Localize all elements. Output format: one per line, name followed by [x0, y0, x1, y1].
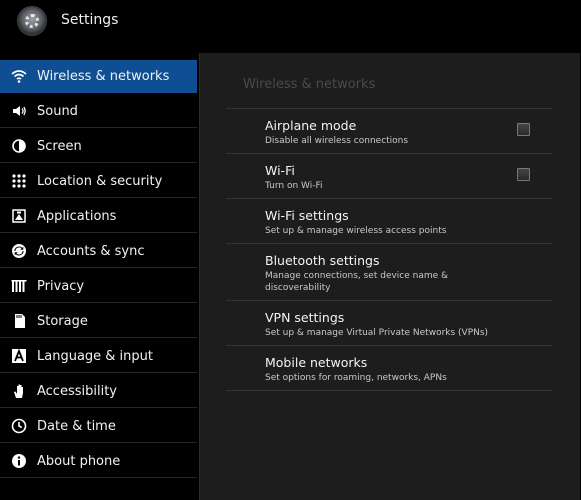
- pref-title: Bluetooth settings: [265, 253, 380, 268]
- pref-subtitle: Turn on Wi-Fi: [265, 181, 323, 191]
- pref-title: VPN settings: [265, 310, 345, 325]
- sidebar-item-accessibility[interactable]: Accessibility: [0, 375, 197, 408]
- location-grid-icon: [10, 172, 28, 190]
- privacy-icon: [10, 277, 28, 295]
- sidebar-item-label: Date & time: [37, 418, 116, 434]
- speaker-icon: [10, 102, 28, 120]
- pref-vpn-settings[interactable]: VPN settings Set up & manage Virtual Pri…: [226, 300, 552, 345]
- sidebar-item-label: Language & input: [37, 348, 153, 364]
- sidebar-item-accounts-sync[interactable]: Accounts & sync: [0, 235, 197, 268]
- sidebar-item-label: Sound: [37, 103, 78, 119]
- sidebar: Wireless & networks Sound Screen Locatio…: [0, 60, 197, 500]
- preference-list: Airplane mode Disable all wireless conne…: [226, 108, 552, 391]
- content-panel: Wireless & networks Airplane mode Disabl…: [199, 53, 580, 500]
- language-icon: [10, 347, 28, 365]
- sidebar-item-label: Accessibility: [37, 383, 117, 399]
- sidebar-item-language-input[interactable]: Language & input: [0, 340, 197, 373]
- sidebar-item-location-security[interactable]: Location & security: [0, 165, 197, 198]
- sidebar-item-label: Applications: [37, 208, 117, 224]
- pref-title: Mobile networks: [265, 355, 368, 370]
- pref-airplane-mode[interactable]: Airplane mode Disable all wireless conne…: [226, 108, 552, 153]
- pref-mobile-networks[interactable]: Mobile networks Set options for roaming,…: [226, 345, 552, 391]
- sidebar-item-label: Screen: [37, 138, 82, 154]
- pref-title: Airplane mode: [265, 118, 357, 133]
- storage-icon: [10, 312, 28, 330]
- pref-subtitle: Manage connections, set device name & di…: [265, 271, 449, 293]
- pref-subtitle: Set options for roaming, networks, APNs: [265, 373, 447, 383]
- wifi-icon: [10, 67, 28, 85]
- sidebar-item-about-phone[interactable]: About phone: [0, 445, 197, 478]
- sidebar-item-label: About phone: [37, 453, 121, 469]
- sidebar-item-date-time[interactable]: Date & time: [0, 410, 197, 443]
- sidebar-item-label: Location & security: [37, 173, 163, 189]
- panel-title: Wireless & networks: [243, 77, 376, 92]
- sidebar-item-label: Storage: [37, 313, 88, 329]
- settings-gear-icon: [18, 7, 46, 35]
- sync-icon: [10, 242, 28, 260]
- brightness-icon: [10, 137, 28, 155]
- accessibility-hand-icon: [10, 382, 28, 400]
- sidebar-item-label: Accounts & sync: [37, 243, 145, 259]
- sidebar-item-applications[interactable]: Applications: [0, 200, 197, 233]
- sidebar-item-privacy[interactable]: Privacy: [0, 270, 197, 303]
- sidebar-item-sound[interactable]: Sound: [0, 95, 197, 128]
- pref-title: Wi-Fi settings: [265, 208, 349, 223]
- sidebar-item-wireless-networks[interactable]: Wireless & networks: [0, 60, 197, 93]
- pref-subtitle: Set up & manage wireless access points: [265, 226, 447, 236]
- settings-app: Settings Wireless & networks Sound Scree…: [0, 0, 581, 500]
- pref-wifi-settings[interactable]: Wi-Fi settings Set up & manage wireless …: [226, 198, 552, 243]
- clock-icon: [10, 417, 28, 435]
- info-icon: [10, 452, 28, 470]
- pref-subtitle: Disable all wireless connections: [265, 136, 409, 146]
- airplane-mode-checkbox[interactable]: [517, 123, 530, 136]
- pref-title: Wi-Fi: [265, 163, 295, 178]
- sidebar-item-storage[interactable]: Storage: [0, 305, 197, 338]
- sidebar-item-screen[interactable]: Screen: [0, 130, 197, 163]
- sidebar-item-label: Privacy: [37, 278, 85, 294]
- title-bar: Settings: [0, 0, 581, 44]
- pref-wifi[interactable]: Wi-Fi Turn on Wi-Fi: [226, 153, 552, 198]
- pref-bluetooth-settings[interactable]: Bluetooth settings Manage connections, s…: [226, 243, 552, 300]
- sidebar-item-label: Wireless & networks: [37, 68, 170, 84]
- app-title: Settings: [61, 12, 119, 28]
- applications-icon: [10, 207, 28, 225]
- wifi-checkbox[interactable]: [517, 168, 530, 181]
- pref-subtitle: Set up & manage Virtual Private Networks…: [265, 328, 489, 338]
